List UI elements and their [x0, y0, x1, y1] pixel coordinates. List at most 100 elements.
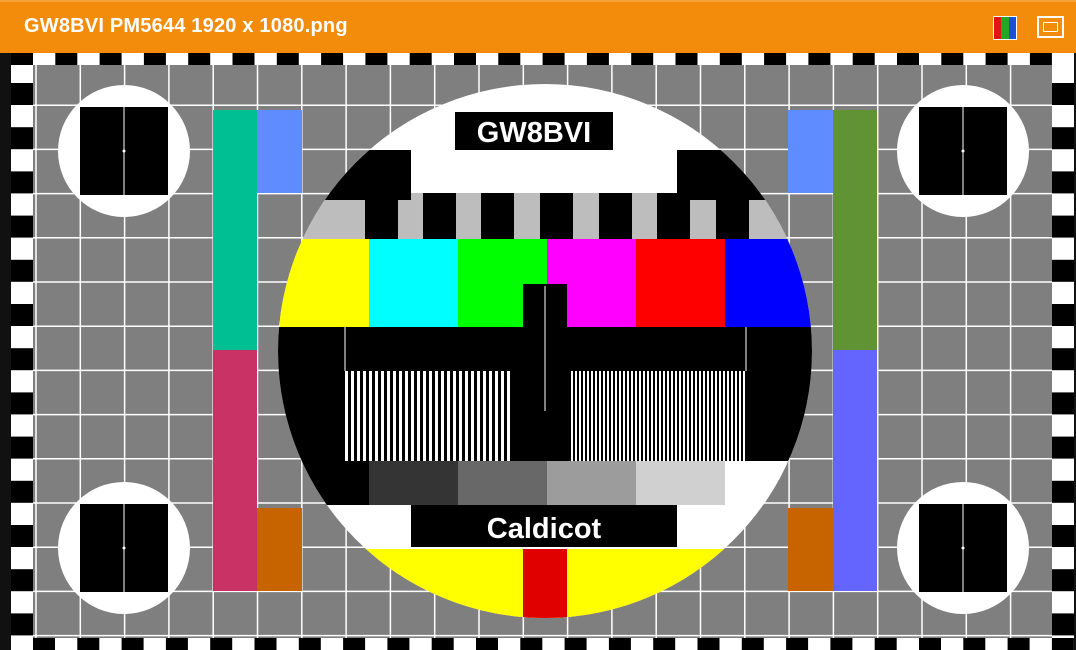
border-block: [11, 436, 33, 459]
grating-line: [643, 371, 645, 461]
window-title: GW8BVI PM5644 1920 x 1080.png: [24, 15, 348, 37]
grating-line: [667, 371, 669, 461]
border-block: [1052, 392, 1074, 415]
grating-line: [651, 371, 653, 461]
grating-line: [615, 371, 617, 461]
grating-line: [683, 371, 685, 461]
grating-line: [623, 371, 625, 461]
border-block: [1052, 171, 1074, 194]
grating-line: [345, 371, 348, 461]
right-light-blue-block: [788, 110, 833, 193]
colour-bar: [369, 239, 459, 327]
border-block: [11, 83, 33, 105]
border-block: [985, 53, 1008, 65]
maximize-icon[interactable]: [1037, 16, 1064, 38]
border-block: [874, 638, 897, 650]
grating-line: [635, 371, 637, 461]
grating-line: [723, 371, 725, 461]
grating-line: [663, 371, 665, 461]
border-block: [99, 53, 122, 65]
castle-black-block: [716, 193, 749, 240]
grating-line: [393, 371, 396, 461]
grating-line: [715, 371, 717, 461]
grey-step: [547, 461, 637, 505]
color-mode-icon[interactable]: [993, 16, 1017, 40]
title-bar[interactable]: GW8BVI PM5644 1920 x 1080.png: [0, 0, 1076, 53]
grating-line: [351, 371, 354, 461]
left-light-blue-block: [257, 110, 302, 193]
grey-step: [458, 461, 548, 505]
image-viewer-window: GW8BVI PM5644 1920 x 1080.png GW8BVI Cal…: [0, 0, 1076, 650]
grating-line: [707, 371, 709, 461]
grating-line: [483, 371, 486, 461]
border-block: [11, 392, 33, 415]
border-block: [1052, 83, 1074, 105]
grating-line: [587, 371, 589, 461]
border-block: [409, 53, 432, 65]
grey-scale-steps: [280, 461, 812, 505]
border-block: [387, 638, 410, 650]
grating-line: [607, 371, 609, 461]
grating-line: [489, 371, 492, 461]
border-block: [188, 53, 211, 65]
grating-line: [571, 371, 573, 461]
grating-line: [387, 371, 390, 461]
grating-line: [507, 371, 510, 461]
border-block: [564, 638, 587, 650]
border-block: [298, 638, 321, 650]
border-block: [476, 638, 498, 650]
grating-line: [743, 371, 745, 461]
corner-dot: [961, 149, 965, 153]
border-block: [498, 53, 521, 65]
grating-line: [465, 371, 468, 461]
border-block: [1052, 613, 1074, 636]
border-block: [77, 638, 100, 650]
border-block: [764, 53, 787, 65]
grating-line: [659, 371, 661, 461]
border-block: [1052, 259, 1074, 282]
castle-black-block: [540, 193, 573, 240]
border-block: [542, 53, 565, 65]
border-block: [1007, 638, 1030, 650]
border-block: [1052, 348, 1074, 371]
border-block: [254, 638, 277, 650]
grating-line: [417, 371, 420, 461]
border-block: [675, 53, 698, 65]
test-card-image: GW8BVI Caldicot: [11, 53, 1074, 650]
border-block: [830, 638, 853, 650]
border-block: [741, 638, 764, 650]
left-side-bar-bottom: [213, 350, 257, 591]
border-block: [897, 53, 919, 65]
border-block: [520, 638, 543, 650]
grating-line: [405, 371, 408, 461]
border-block: [653, 638, 676, 650]
border-block: [11, 613, 33, 636]
grating-line: [687, 371, 689, 461]
border-block: [11, 480, 33, 503]
grating-line: [647, 371, 649, 461]
corner-dot: [122, 546, 126, 550]
border-block: [365, 53, 388, 65]
grating-line: [501, 371, 504, 461]
grating-line: [631, 371, 633, 461]
border-block: [11, 127, 33, 150]
grating-line: [719, 371, 721, 461]
grating-line: [363, 371, 366, 461]
border-block: [11, 569, 33, 592]
border-block: [431, 638, 454, 650]
grating-line: [381, 371, 384, 461]
grating-line: [695, 371, 697, 461]
grating-line: [739, 371, 741, 461]
colour-bar: [636, 239, 726, 327]
grating-line: [441, 371, 444, 461]
grating-line: [679, 371, 681, 461]
grating-line: [731, 371, 733, 461]
border-block: [165, 638, 188, 650]
grating-line: [675, 371, 677, 461]
grating-line: [495, 371, 498, 461]
border-block: [1052, 127, 1074, 150]
border-block: [963, 638, 986, 650]
grating-line: [735, 371, 737, 461]
grating-line: [691, 371, 693, 461]
border-block: [55, 53, 78, 65]
